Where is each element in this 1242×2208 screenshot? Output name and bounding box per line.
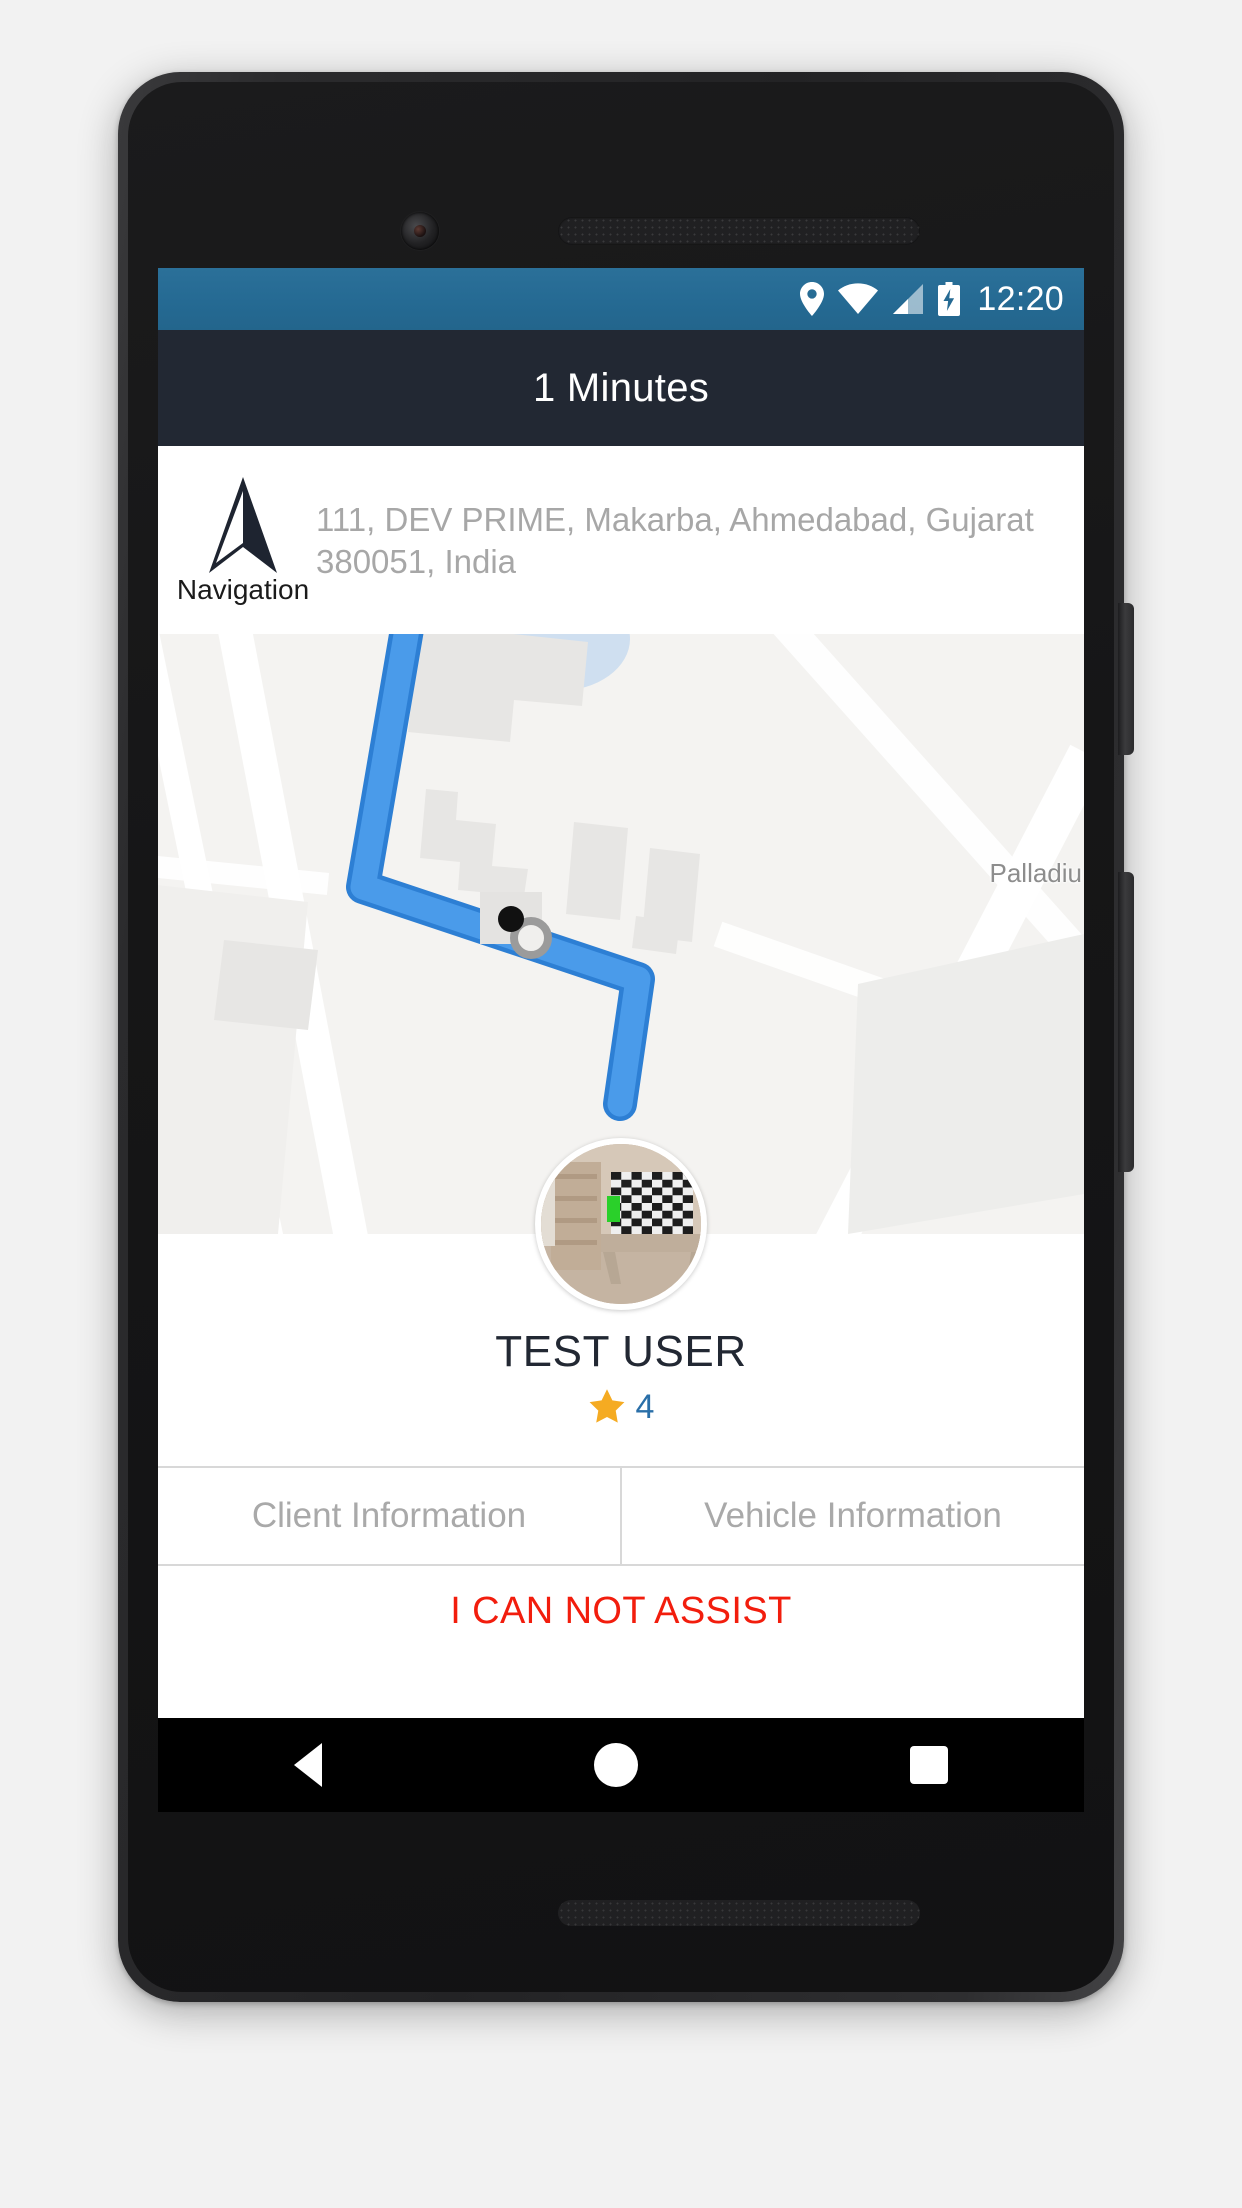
volume-rocker-button[interactable] — [1118, 872, 1134, 1172]
tab-vehicle-information[interactable]: Vehicle Information — [622, 1468, 1084, 1564]
destination-address: 111, DEV PRIME, Makarba, Ahmedabad, Guja… — [316, 500, 1034, 580]
star-icon — [589, 1389, 624, 1423]
cannot-assist-button[interactable]: I CAN NOT ASSIST — [158, 1566, 1084, 1663]
page-title: 1 Minutes — [532, 365, 710, 410]
battery-charging-icon — [938, 282, 961, 316]
navigation-arrow-icon — [209, 476, 277, 573]
front-camera-icon — [401, 212, 439, 250]
user-avatar-photo — [541, 1144, 701, 1304]
address-bar: Navigation 111, DEV PRIME, Makarba, Ahme… — [158, 446, 1084, 634]
user-name: TEST USER — [495, 1327, 747, 1376]
nav-home-icon[interactable] — [594, 1743, 638, 1787]
user-info-card: TEST USER 4 Client Information Vehicle I… — [158, 1138, 1084, 1663]
status-bar-clock: 12:20 — [977, 280, 1064, 318]
phone-screen: 12:20 1 Minutes Navigation 111, DEV PRIM… — [158, 268, 1084, 1812]
wifi-icon — [838, 283, 879, 314]
app-title-bar: 1 Minutes — [158, 330, 1084, 446]
navigation-button[interactable]: Navigation — [177, 476, 309, 604]
tab-client-information[interactable]: Client Information — [158, 1468, 622, 1564]
earpiece-speaker — [558, 217, 920, 245]
map-label-palladium: Palladiu — [989, 858, 1082, 888]
navigation-label: Navigation — [176, 573, 310, 605]
nav-recents-icon[interactable] — [910, 1746, 948, 1784]
rating-row: 4 — [158, 1388, 1084, 1426]
map-destination-dot — [498, 906, 524, 932]
power-button[interactable] — [1118, 603, 1134, 755]
bottom-speaker — [558, 1900, 920, 1926]
avatar[interactable] — [535, 1138, 707, 1310]
status-bar: 12:20 — [158, 268, 1084, 330]
nav-back-icon[interactable] — [294, 1743, 322, 1787]
android-navigation-bar — [158, 1718, 1084, 1812]
rating-value: 4 — [635, 1388, 655, 1426]
location-pin-icon — [800, 282, 825, 316]
signal-bars-icon — [893, 284, 924, 314]
tab-bar: Client Information Vehicle Information — [158, 1466, 1084, 1566]
